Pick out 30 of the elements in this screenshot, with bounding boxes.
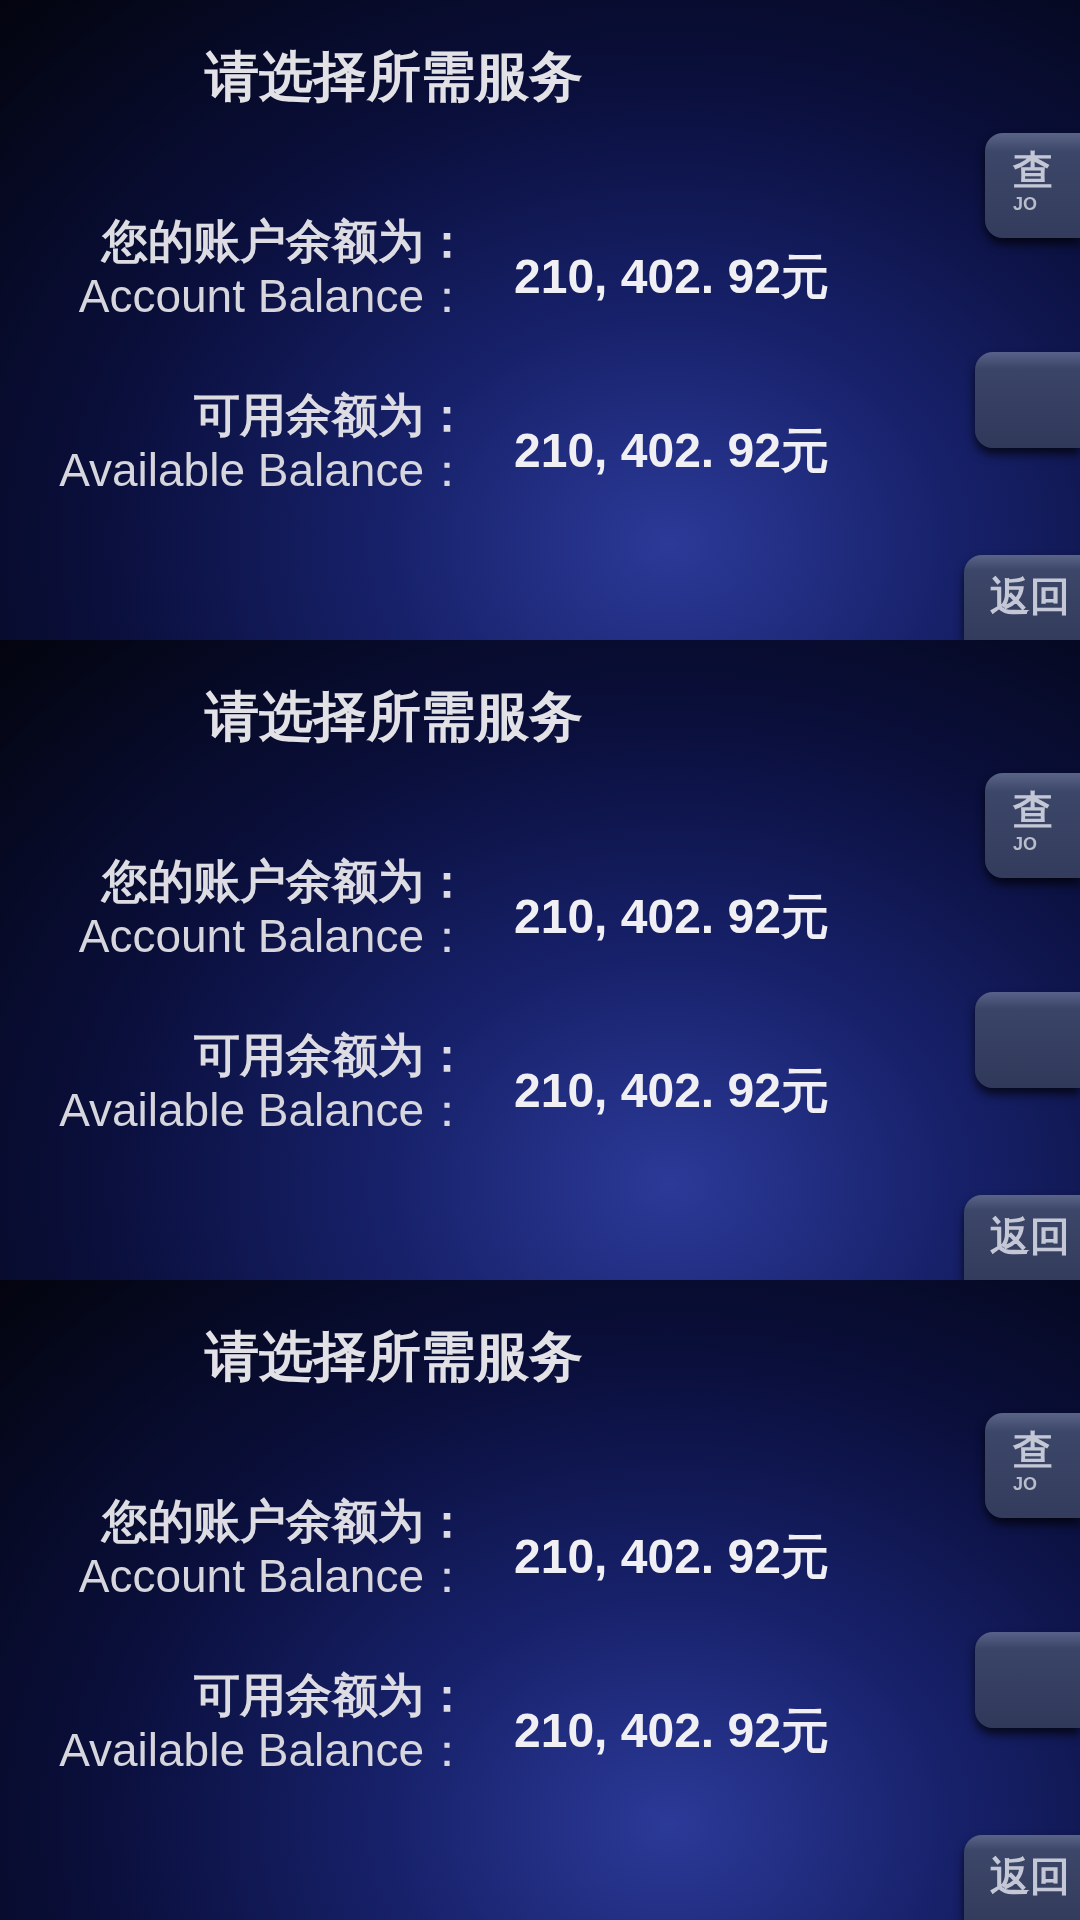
balance-amount: 210, 402. 92元 <box>514 1063 829 1119</box>
balance-amount: 210, 402. 92元 <box>514 1529 829 1585</box>
side-button[interactable] <box>975 352 1080 448</box>
balance-label: 您的账户余额为： <box>102 214 470 268</box>
balance-label: 您的账户余额为： <box>102 854 470 908</box>
balance-label-english: Available Balance： <box>59 443 470 498</box>
balance-amount: 210, 402. 92元 <box>514 889 829 945</box>
balance-amount: 210, 402. 92元 <box>514 1703 829 1759</box>
balance-label: 您的账户余额为： <box>102 1494 470 1548</box>
balance-label-english: Available Balance： <box>59 1723 470 1778</box>
balance-label: 可用余额为： <box>194 1668 470 1722</box>
balance-label-english: Account Balance： <box>78 909 470 964</box>
screen-title: 请选择所需服务 <box>205 45 583 108</box>
balance-amount: 210, 402. 92元 <box>514 249 829 305</box>
balance-label: 可用余额为： <box>194 388 470 442</box>
side-button[interactable] <box>975 1632 1080 1728</box>
balance-label-english: Account Balance： <box>78 1549 470 1604</box>
balance-label: 可用余额为： <box>194 1028 470 1082</box>
side-button[interactable]: 返回 <box>964 1835 1080 1920</box>
side-button[interactable]: 返回 <box>964 1195 1080 1280</box>
side-button[interactable] <box>975 992 1080 1088</box>
balance-amount: 210, 402. 92元 <box>514 423 829 479</box>
screen-title: 请选择所需服务 <box>205 685 583 748</box>
side-button[interactable]: 查 JO <box>985 773 1080 878</box>
balance-label-english: Available Balance： <box>59 1083 470 1138</box>
side-button[interactable]: 查 JO <box>985 1413 1080 1518</box>
screen-title: 请选择所需服务 <box>205 1325 583 1388</box>
side-button[interactable]: 查 JO <box>985 133 1080 238</box>
side-button[interactable]: 返回 <box>964 555 1080 640</box>
balance-label-english: Account Balance： <box>78 269 470 324</box>
